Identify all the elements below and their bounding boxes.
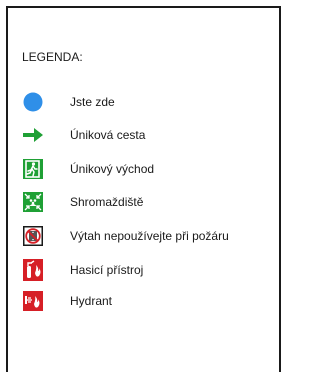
legend-title: LEGENDA: [22, 50, 83, 64]
legend-item-label: Úniková cesta [70, 128, 146, 142]
fire-extinguisher-icon [22, 259, 44, 281]
legend-item-label: Jste zde [70, 95, 115, 109]
legend-item-label: Shromaždiště [70, 195, 144, 209]
no-elevator-icon [22, 225, 44, 247]
you-are-here-dot-icon [22, 91, 44, 113]
legend-item-no-elevator: Výtah nepoužívejte při požáru [22, 225, 229, 247]
legend-item-label: Výtah nepoužívejte při požáru [70, 229, 229, 243]
escape-route-arrow-icon [22, 124, 44, 146]
legend-item-escape-route: Úniková cesta [22, 124, 145, 146]
legend-item-label: Únikový východ [70, 162, 155, 176]
legend-item-fire-extinguisher: Hasicí přístroj [22, 259, 143, 281]
legend-item-you-are-here: Jste zde [22, 91, 115, 113]
legend-item-label: Hydrant [70, 294, 113, 308]
assembly-point-icon [22, 191, 44, 213]
fire-hydrant-icon [22, 290, 44, 312]
legend-item-label: Hasicí přístroj [70, 263, 144, 277]
legend-item-emergency-exit: Únikový východ [22, 158, 154, 180]
emergency-exit-icon [22, 158, 44, 180]
legend-item-hydrant: Hydrant [22, 290, 112, 312]
legend-item-assembly-point: Shromaždiště [22, 191, 143, 213]
